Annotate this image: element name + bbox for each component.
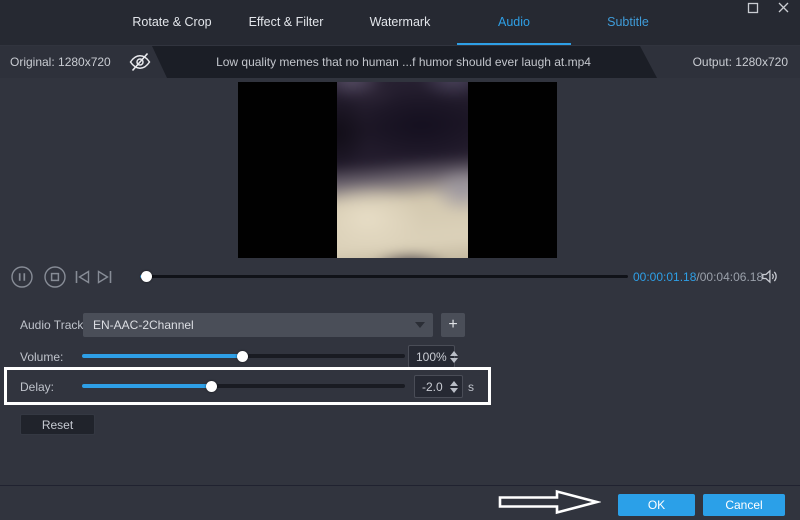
seek-slider[interactable] bbox=[140, 271, 628, 282]
stop-icon bbox=[44, 266, 66, 288]
next-frame-button[interactable] bbox=[96, 269, 113, 290]
spinner-down-icon[interactable] bbox=[450, 387, 458, 393]
footer-divider bbox=[0, 485, 800, 486]
volume-slider-handle[interactable] bbox=[236, 350, 248, 362]
cancel-button[interactable]: Cancel bbox=[703, 494, 785, 516]
close-icon bbox=[778, 2, 788, 13]
delay-value-box[interactable]: -2.0 bbox=[414, 375, 463, 398]
delay-slider-handle[interactable] bbox=[206, 380, 218, 392]
previous-frame-icon bbox=[75, 270, 90, 284]
video-frame-content bbox=[337, 82, 468, 258]
current-time: 00:00:01.18 bbox=[633, 270, 697, 284]
plus-icon: + bbox=[448, 316, 458, 333]
ok-button[interactable]: OK bbox=[618, 494, 695, 516]
reset-button[interactable]: Reset bbox=[20, 414, 95, 435]
volume-icon bbox=[762, 269, 777, 284]
volume-spinner[interactable] bbox=[449, 350, 458, 363]
previous-frame-button[interactable] bbox=[74, 269, 91, 290]
delay-unit: s bbox=[468, 380, 474, 394]
add-audio-track-button[interactable]: + bbox=[441, 313, 465, 337]
delay-slider-fill bbox=[82, 380, 218, 392]
stop-button[interactable] bbox=[44, 266, 66, 293]
video-frame-image bbox=[337, 82, 468, 258]
pause-icon bbox=[11, 266, 33, 288]
total-time: 00:04:06.18 bbox=[699, 270, 764, 284]
original-resolution-text: Original: 1280x720 bbox=[10, 55, 111, 69]
audio-track-select[interactable]: EN-AAC-2Channel bbox=[83, 313, 433, 337]
eye-hidden-icon bbox=[129, 52, 151, 72]
seek-slider-handle[interactable] bbox=[140, 271, 152, 282]
output-resolution-text: Output: 1280x720 bbox=[692, 55, 788, 69]
info-bar: Low quality memes that no human ...f hum… bbox=[0, 46, 800, 78]
volume-value-box[interactable]: 100% bbox=[408, 345, 458, 368]
delay-spinner[interactable] bbox=[450, 380, 458, 393]
tab-rotate-crop[interactable]: Rotate & Crop bbox=[115, 0, 229, 45]
video-filename: Low quality memes that no human ...f hum… bbox=[216, 55, 591, 69]
volume-slider-fill bbox=[82, 350, 248, 362]
tab-bar: Rotate & Crop Effect & Filter Watermark … bbox=[0, 0, 800, 45]
maximize-icon bbox=[747, 2, 759, 14]
spinner-down-icon[interactable] bbox=[449, 357, 458, 363]
tab-effect-filter[interactable]: Effect & Filter bbox=[229, 0, 343, 45]
chevron-down-icon bbox=[415, 322, 425, 328]
tab-subtitle[interactable]: Subtitle bbox=[571, 0, 685, 45]
spinner-up-icon[interactable] bbox=[450, 380, 458, 386]
video-preview bbox=[238, 82, 557, 258]
delay-slider[interactable] bbox=[82, 380, 405, 392]
arrow-annotation bbox=[498, 489, 601, 515]
mute-button[interactable] bbox=[760, 267, 780, 287]
delay-value: -2.0 bbox=[422, 379, 443, 394]
volume-label: Volume: bbox=[20, 350, 64, 364]
tab-audio[interactable]: Audio bbox=[457, 0, 571, 45]
spinner-up-icon[interactable] bbox=[449, 350, 458, 356]
audio-track-value: EN-AAC-2Channel bbox=[93, 318, 194, 332]
audio-track-label: Audio Track: bbox=[20, 318, 87, 332]
tabs: Rotate & Crop Effect & Filter Watermark … bbox=[115, 0, 685, 45]
reset-button-label: Reset bbox=[41, 417, 74, 432]
preview-toggle-button[interactable] bbox=[128, 51, 152, 73]
pause-button[interactable] bbox=[11, 266, 33, 293]
tab-watermark[interactable]: Watermark bbox=[343, 0, 457, 45]
video-edit-window: Rotate & Crop Effect & Filter Watermark … bbox=[0, 0, 800, 520]
volume-slider[interactable] bbox=[82, 350, 405, 362]
delay-label: Delay: bbox=[20, 380, 55, 394]
output-resolution-label: Output: 1280x720 bbox=[640, 46, 800, 78]
close-button[interactable] bbox=[772, 0, 794, 14]
next-frame-icon bbox=[97, 270, 112, 284]
time-display: 00:00:01.18/00:04:06.18 bbox=[633, 270, 763, 284]
seek-slider-fill bbox=[140, 271, 152, 282]
volume-value: 100% bbox=[416, 349, 447, 364]
maximize-button[interactable] bbox=[742, 0, 764, 14]
window-controls bbox=[742, 0, 794, 14]
